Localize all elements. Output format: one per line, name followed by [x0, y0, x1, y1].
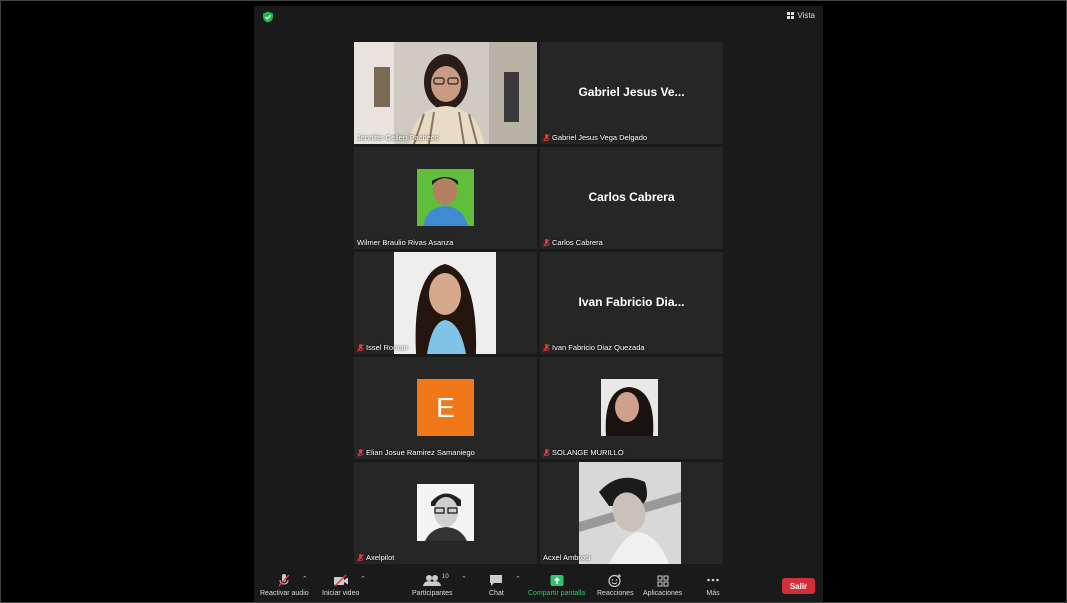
view-button[interactable]: Vista [787, 11, 815, 20]
top-bar: Vista [254, 6, 823, 28]
share-screen-icon [550, 575, 564, 586]
participant-tile[interactable]: Issel Roman [354, 252, 537, 354]
participant-name-label: Elian Josue Ramirez Samaniego [357, 448, 475, 457]
participant-tile[interactable]: Ivan Fabricio Dia... Ivan Fabricio Diaz … [540, 252, 723, 354]
mic-off-icon [357, 343, 364, 352]
participant-avatar-photo [417, 484, 474, 541]
mic-off-icon [543, 133, 550, 142]
video-options-chevron-icon[interactable]: ⌃ [360, 575, 366, 583]
participant-name-label: Wilmer Braulio Rivas Asanza [357, 238, 454, 247]
participant-tile[interactable]: Acxel Ambrosi [540, 462, 723, 564]
participant-tile[interactable]: Gabriel Jesus Ve... Gabriel Jesus Vega D… [540, 42, 723, 144]
audio-options-chevron-icon[interactable]: ⌃ [302, 575, 308, 583]
participants-count: 10 [442, 574, 449, 580]
participant-display-name: Gabriel Jesus Ve... [578, 85, 685, 99]
mic-off-icon [357, 553, 364, 562]
video-off-icon [333, 574, 348, 587]
participant-tile[interactable]: Carlos Cabrera Carlos Cabrera [540, 147, 723, 249]
mic-muted-icon [278, 574, 290, 587]
participant-name-label: Ivan Fabricio Diaz Quezada [543, 343, 645, 352]
apps-button[interactable]: Aplicaciones [643, 574, 682, 597]
participant-initial-avatar: E [417, 379, 474, 436]
participant-name-label: Gabriel Jesus Vega Delgado [543, 133, 647, 142]
leave-meeting-button[interactable]: Salir [782, 578, 815, 594]
view-label: Vista [797, 11, 815, 20]
more-dots-icon [707, 578, 719, 582]
participant-name-label: SOLANGE MURILLO [543, 448, 624, 457]
reactions-icon [608, 574, 622, 587]
participant-avatar-photo [417, 169, 474, 226]
participant-avatar-photo [579, 462, 681, 564]
participant-avatar-photo [601, 379, 658, 436]
screen-frame: Vista Jennifer Celleri-Pacheco Gabriel J… [0, 0, 1067, 603]
grid-icon [787, 12, 795, 19]
start-video-button[interactable]: Iniciar video [322, 574, 359, 597]
shield-check-icon[interactable] [262, 11, 274, 23]
share-screen-button[interactable]: Compartir pantalla [528, 574, 585, 597]
chat-options-chevron-icon[interactable]: ⌃ [515, 575, 521, 583]
participant-name-label: Jennifer Celleri-Pacheco [357, 133, 439, 142]
mic-off-icon [357, 448, 364, 457]
mic-off-icon [543, 238, 550, 247]
zoom-meeting-window: Vista Jennifer Celleri-Pacheco Gabriel J… [254, 6, 823, 602]
participant-name-label: Issel Roman [357, 343, 408, 352]
participant-name-label: Carlos Cabrera [543, 238, 603, 247]
mic-off-icon [543, 343, 550, 352]
apps-icon [657, 575, 669, 587]
participant-display-name: Ivan Fabricio Dia... [578, 295, 685, 309]
participant-tile[interactable]: SOLANGE MURILLO [540, 357, 723, 459]
participant-name-label: Acxel Ambrosi [543, 553, 591, 562]
chat-button[interactable]: Chat [489, 574, 504, 597]
participant-tile[interactable]: Axelpilot [354, 462, 537, 564]
chat-icon [490, 575, 503, 586]
participant-video [354, 42, 537, 144]
participant-tile[interactable]: Wilmer Braulio Rivas Asanza [354, 147, 537, 249]
participant-display-name: Carlos Cabrera [588, 190, 675, 204]
more-button[interactable]: Más [706, 574, 720, 597]
reactions-button[interactable]: Reacciones [597, 574, 634, 597]
participant-tile[interactable]: E Elian Josue Ramirez Samaniego [354, 357, 537, 459]
participants-options-chevron-icon[interactable]: ⌃ [461, 575, 467, 583]
participant-avatar-photo [394, 252, 496, 354]
participant-name-label: Axelpilot [357, 553, 394, 562]
meeting-toolbar: Reactivar audio ⌃ Iniciar video ⌃ Partic… [254, 572, 823, 602]
participants-icon [423, 575, 442, 586]
participant-tile[interactable]: Jennifer Celleri-Pacheco [354, 42, 537, 144]
mic-off-icon [543, 448, 550, 457]
